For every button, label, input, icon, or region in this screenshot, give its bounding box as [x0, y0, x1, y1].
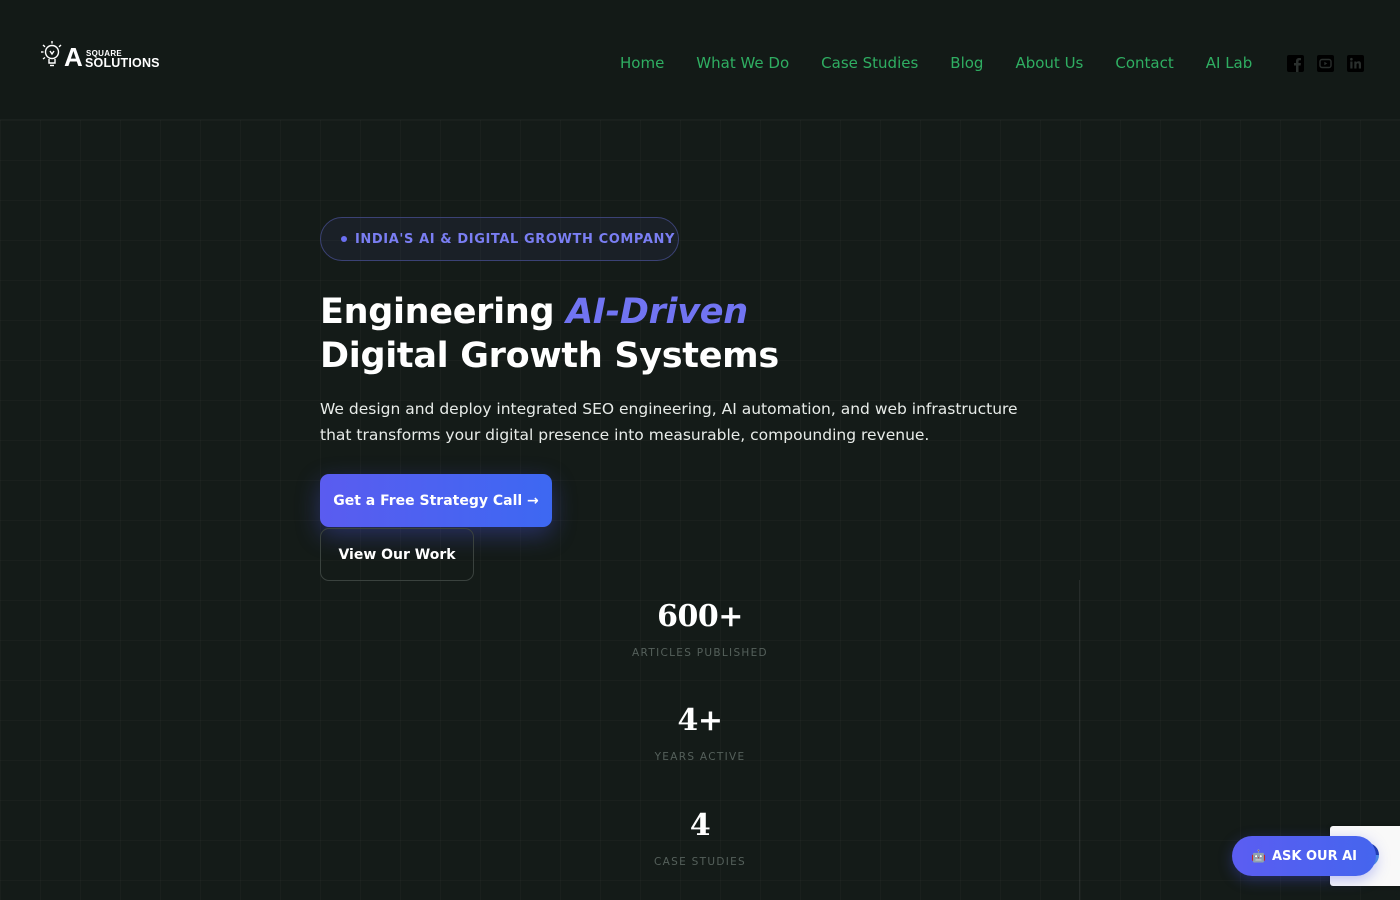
nav-contact[interactable]: Contact [1115, 54, 1173, 72]
youtube-icon[interactable] [1317, 55, 1334, 72]
headline-part2: Digital Growth Systems [320, 336, 779, 376]
stat-years: 4+ YEARS ACTIVE [600, 703, 800, 763]
logo-letter: A [64, 42, 83, 72]
badge-dot [341, 236, 347, 242]
facebook-icon[interactable] [1287, 55, 1304, 72]
ask-ai-label: ASK OUR AI [1271, 848, 1358, 864]
view-work-button[interactable]: View Our Work [320, 528, 474, 581]
badge-text: INDIA'S AI & DIGITAL GROWTH COMPANY [355, 231, 675, 247]
site-header: A SQUARE SOLUTIONS Home What We Do Case … [0, 0, 1400, 120]
headline-part1: Engineering [320, 292, 567, 332]
hero-subtext: We design and deploy integrated SEO engi… [320, 400, 1018, 444]
main-nav: Home What We Do Case Studies Blog About … [620, 52, 1252, 74]
nav-blog[interactable]: Blog [950, 54, 983, 72]
stat-label: CASE STUDIES [654, 856, 746, 868]
stat-case-studies: 4 CASE STUDIES [600, 808, 800, 868]
stat-value: 4+ [677, 703, 723, 738]
social-links [1287, 55, 1364, 72]
nav-about-us[interactable]: About Us [1015, 54, 1083, 72]
stat-label: YEARS ACTIVE [654, 751, 746, 763]
vertical-divider [1079, 580, 1080, 900]
linkedin-icon[interactable] [1347, 55, 1364, 72]
stat-value: 4 [689, 808, 711, 843]
stat-value: 600+ [657, 599, 743, 634]
nav-ai-lab[interactable]: AI Lab [1206, 54, 1253, 72]
robot-icon: 🤖 [1250, 849, 1266, 863]
lightbulb-icon [41, 41, 62, 67]
hero-badge: INDIA'S AI & DIGITAL GROWTH COMPANY [320, 217, 679, 261]
hero-headline: Engineering AI-Driven Digital Growth Sys… [320, 290, 1020, 378]
nav-what-we-do[interactable]: What We Do [696, 54, 789, 72]
stat-articles: 600+ ARTICLES PUBLISHED [600, 599, 800, 659]
nav-case-studies[interactable]: Case Studies [821, 54, 918, 72]
nav-home[interactable]: Home [620, 54, 664, 72]
logo-text-bottom: SOLUTIONS [85, 56, 160, 70]
stat-label: ARTICLES PUBLISHED [632, 647, 768, 659]
ask-ai-button[interactable]: 🤖 ASK OUR AI [1232, 836, 1376, 876]
site-logo[interactable]: A SQUARE SOLUTIONS [40, 38, 170, 74]
strategy-call-button[interactable]: Get a Free Strategy Call → [320, 474, 552, 527]
headline-accent: AI-Driven [566, 292, 748, 332]
